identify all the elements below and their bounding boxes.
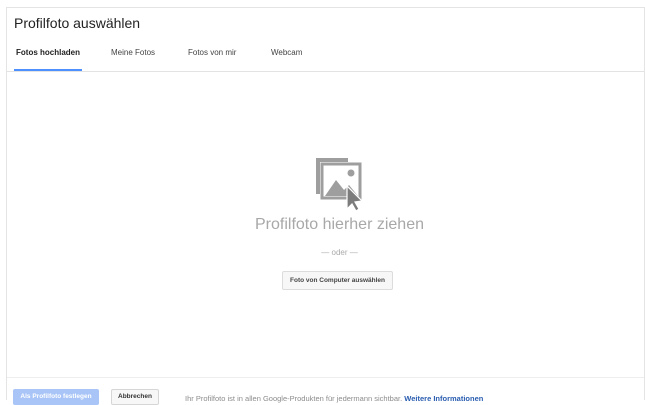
tab-bar: Fotos hochladen Meine Fotos Fotos von mi…: [7, 45, 644, 72]
dialog-title: Profilfoto auswählen: [14, 15, 141, 31]
tab-upload-photos[interactable]: Fotos hochladen: [14, 48, 82, 71]
visibility-note-text: Ihr Profilfoto ist in allen Google-Produ…: [185, 394, 403, 403]
drop-hint-text: Profilfoto hierher ziehen: [255, 216, 424, 233]
more-info-link[interactable]: Weitere Informationen: [404, 394, 483, 403]
profile-photo-dialog: Profilfoto auswählen Fotos hochladen Mei…: [6, 7, 645, 405]
or-separator: — oder —: [321, 248, 358, 257]
visibility-note: Ihr Profilfoto ist in allen Google-Produ…: [185, 394, 483, 403]
tab-my-photos[interactable]: Meine Fotos: [111, 48, 155, 71]
photo-drop-zone[interactable]: Profilfoto hierher ziehen — oder — Foto …: [7, 72, 644, 378]
tab-webcam[interactable]: Webcam: [271, 48, 302, 71]
dialog-footer: Als Profilfoto festlegen Abbrechen Ihr P…: [7, 377, 644, 405]
photo-drag-icon: [316, 158, 364, 212]
select-from-computer-button[interactable]: Foto von Computer auswählen: [282, 271, 393, 290]
tab-photos-of-me[interactable]: Fotos von mir: [188, 48, 236, 71]
